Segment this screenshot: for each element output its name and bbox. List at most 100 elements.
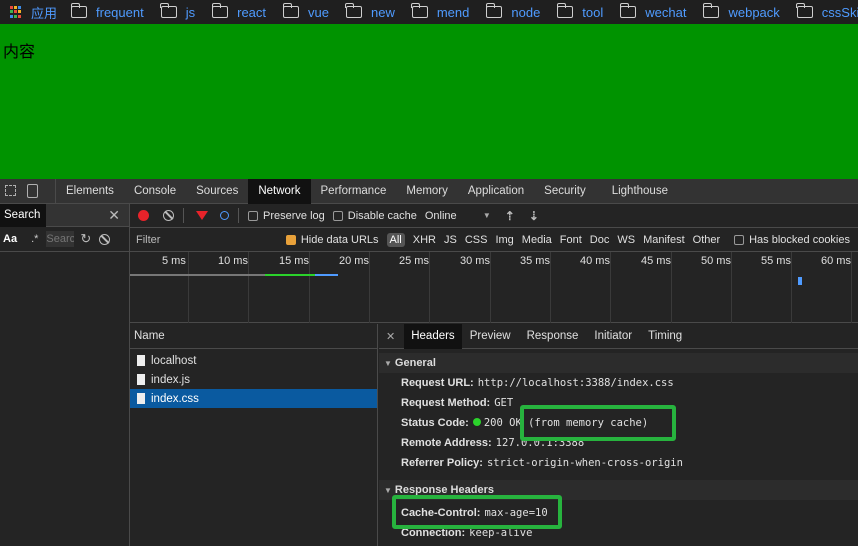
request-name: index.css: [151, 392, 199, 405]
bookmark-folder-webpack[interactable]: webpack: [702, 3, 780, 20]
disable-cache-checkbox[interactable]: [332, 210, 343, 221]
header-value: strict-origin-when-cross-origin: [486, 457, 683, 469]
request-row[interactable]: localhost: [130, 351, 377, 370]
folder-icon: [702, 3, 720, 18]
request-row-selected[interactable]: index.css: [130, 389, 377, 408]
filter-input[interactable]: Filter: [130, 230, 276, 249]
bookmark-folder-vue[interactable]: vue: [282, 3, 329, 20]
bookmark-folder-wechat[interactable]: wechat: [619, 3, 687, 20]
bookmark-apps[interactable]: 应用: [0, 3, 57, 22]
filter-manifest[interactable]: Manifest: [643, 234, 685, 246]
bookmark-folder-js[interactable]: js: [160, 3, 195, 20]
timeline-tick-label: 10 ms: [218, 255, 248, 267]
filter-ws[interactable]: WS: [617, 234, 635, 246]
bookmark-folder-tool[interactable]: tool: [556, 3, 604, 20]
clear-log-icon[interactable]: [163, 210, 174, 221]
preserve-log-label: Preserve log: [263, 209, 325, 222]
folder-icon: [282, 3, 300, 18]
tab-network[interactable]: Network: [248, 178, 311, 204]
tab-preview[interactable]: Preview: [462, 324, 519, 349]
timeline-tick-label: 55 ms: [761, 255, 791, 267]
general-section-header[interactable]: ▼ General: [379, 353, 858, 373]
toolbar-divider: [183, 208, 184, 223]
tab-timing[interactable]: Timing: [640, 324, 690, 349]
hide-data-urls-checkbox[interactable]: [285, 234, 296, 245]
disable-cache-label: Disable cache: [347, 209, 417, 222]
close-icon[interactable]: ✕: [386, 330, 395, 343]
header-key: Remote Address:: [401, 437, 492, 449]
hide-data-urls-label: Hide data URLs: [300, 233, 379, 246]
download-icon[interactable]: ⇣: [529, 209, 539, 223]
apps-grid-icon: [10, 5, 23, 19]
tab-console[interactable]: Console: [124, 179, 186, 204]
bookmark-folder-mend[interactable]: mend: [411, 3, 469, 20]
tab-lighthouse[interactable]: Lighthouse: [602, 179, 678, 204]
bookmark-folder-cssskill[interactable]: cssSkill: [796, 3, 858, 20]
close-icon[interactable]: ✕: [108, 207, 120, 224]
preserve-log-checkbox[interactable]: [248, 210, 258, 221]
regex-button[interactable]: .*: [31, 233, 38, 245]
bookmark-folder-label: webpack: [728, 4, 780, 20]
filter-other[interactable]: Other: [693, 234, 721, 246]
search-panel-header: Search ✕: [0, 203, 129, 227]
filter-js[interactable]: JS: [444, 234, 457, 246]
bookmark-folder-react[interactable]: react: [211, 3, 267, 20]
bookmark-folder-node[interactable]: node: [485, 3, 540, 20]
timeline-waterfall-bar: [265, 274, 315, 276]
filter-media[interactable]: Media: [522, 234, 552, 246]
file-icon: [137, 355, 145, 366]
bookmark-folder-label: cssSkill: [821, 4, 858, 20]
tab-security[interactable]: Security: [534, 179, 596, 204]
clear-icon[interactable]: [99, 233, 111, 245]
file-icon: [137, 374, 145, 385]
timeline-tick-label: 5 ms: [162, 255, 186, 267]
timeline-tick-label: 30 ms: [460, 255, 490, 267]
match-case-button[interactable]: Aa: [3, 233, 17, 245]
tab-response[interactable]: Response: [519, 324, 587, 349]
filter-font[interactable]: Font: [560, 234, 582, 246]
search-icon[interactable]: [220, 211, 229, 220]
timeline-waterfall-bar: [130, 274, 265, 276]
timeline-tick-label: 20 ms: [339, 255, 369, 267]
throttle-select[interactable]: Online: [425, 210, 483, 222]
filter-funnel-icon[interactable]: [196, 211, 208, 220]
filter-img[interactable]: Img: [495, 234, 513, 246]
inspect-element-icon[interactable]: [5, 184, 16, 196]
timeline-waterfall-bar: [315, 274, 338, 276]
chevron-down-icon[interactable]: ▼: [483, 211, 491, 220]
filter-all[interactable]: All: [386, 232, 405, 247]
bookmark-folder-label: wechat: [645, 4, 687, 20]
status-ok-icon: [472, 418, 481, 426]
filter-doc[interactable]: Doc: [590, 234, 610, 246]
tab-initiator[interactable]: Initiator: [586, 324, 640, 349]
folder-icon: [160, 3, 177, 18]
details-tab-bar: ✕ Headers Preview Response Initiator Tim…: [379, 323, 858, 349]
timeline-tick: 40 ms: [580, 252, 611, 323]
bookmark-folder-label: react: [237, 4, 267, 20]
screenshot-root: 应用 frequent js react vue new mend node t…: [0, 0, 858, 546]
tab-application[interactable]: Application: [458, 179, 534, 204]
tab-performance[interactable]: Performance: [311, 179, 397, 204]
filter-xhr[interactable]: XHR: [413, 234, 436, 246]
refresh-icon[interactable]: ↻: [80, 231, 91, 247]
bookmark-folder-label: tool: [582, 4, 604, 20]
search-panel-title[interactable]: Search: [0, 203, 46, 227]
device-toolbar-icon[interactable]: [27, 183, 38, 198]
record-icon[interactable]: [138, 210, 149, 221]
search-input[interactable]: [46, 231, 75, 247]
name-column-header[interactable]: Name: [130, 324, 377, 349]
tab-memory[interactable]: Memory: [396, 179, 458, 204]
tab-elements[interactable]: Elements: [56, 179, 124, 204]
request-row[interactable]: index.js: [130, 370, 377, 389]
cache-control-highlight: [392, 495, 562, 529]
timeline-tick-label: 45 ms: [641, 255, 671, 267]
tab-sources[interactable]: Sources: [186, 179, 248, 204]
blocked-cookies-checkbox[interactable]: [734, 234, 745, 245]
upload-icon[interactable]: ⇡: [505, 209, 515, 223]
header-key: Request Method:: [401, 397, 491, 409]
filter-css[interactable]: CSS: [465, 234, 488, 246]
network-timeline[interactable]: 5 ms 10 ms 15 ms 20 ms 25 ms 30 ms 35 ms…: [130, 252, 858, 323]
tab-headers[interactable]: Headers: [404, 323, 462, 349]
bookmark-folder-frequent[interactable]: frequent: [70, 3, 144, 20]
bookmark-folder-new[interactable]: new: [345, 3, 395, 20]
